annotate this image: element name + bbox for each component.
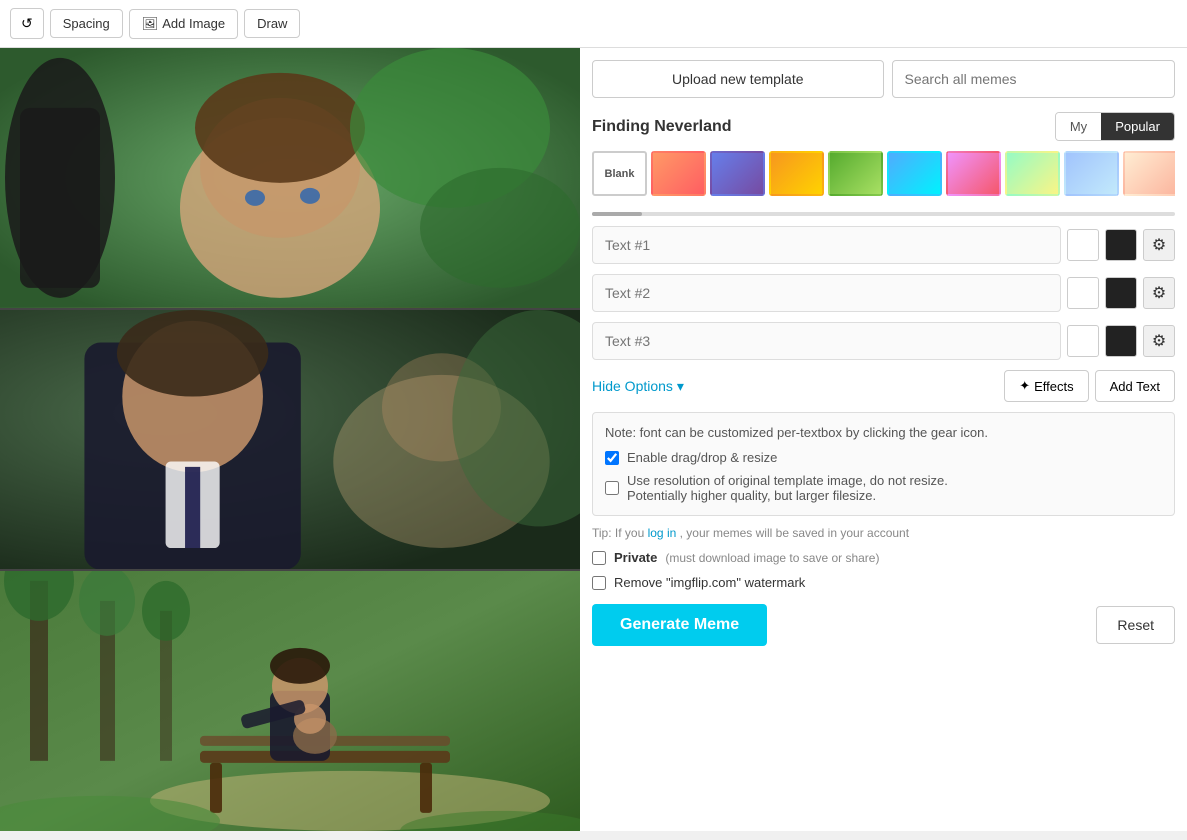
text-3-color-white[interactable] <box>1067 325 1099 357</box>
watermark-label: Remove "imgflip.com" watermark <box>614 575 805 590</box>
add-image-icon: 🖼 <box>142 16 159 32</box>
watermark-row: Remove "imgflip.com" watermark <box>592 575 1175 590</box>
private-row: Private (must download image to save or … <box>592 550 1175 565</box>
meme-panel-1 <box>0 48 580 310</box>
rotate-button[interactable]: ↺ <box>10 8 44 39</box>
options-effects-row: Hide Options ▾ ✦ Effects Add Text <box>592 370 1175 402</box>
template-title: Finding Neverland <box>592 118 732 136</box>
text-2-row: ⚙ <box>592 274 1175 312</box>
use-resolution-checkbox[interactable] <box>605 481 619 495</box>
upload-search-row: Upload new template <box>592 60 1175 98</box>
text-1-color-white[interactable] <box>1067 229 1099 261</box>
add-image-button[interactable]: 🖼 Add Image <box>129 9 238 39</box>
text-2-gear-button[interactable]: ⚙ <box>1143 277 1175 309</box>
effects-label: Effects <box>1034 379 1074 394</box>
scroll-track <box>592 212 642 216</box>
text-3-row: ⚙ <box>592 322 1175 360</box>
text-3-input[interactable] <box>592 322 1061 360</box>
enable-drag-row: Enable drag/drop & resize <box>605 450 1162 465</box>
reset-button[interactable]: Reset <box>1096 606 1175 644</box>
tip-text: Tip: If you log in , your memes will be … <box>592 526 1175 540</box>
toolbar: ↺ Spacing 🖼 Add Image Draw <box>0 0 1187 48</box>
thumb-1[interactable] <box>651 151 706 196</box>
draw-button[interactable]: Draw <box>244 9 300 38</box>
thumb-4[interactable] <box>828 151 883 196</box>
text-2-input[interactable] <box>592 274 1061 312</box>
search-input[interactable] <box>892 60 1176 98</box>
text-1-row: ⚙ <box>592 226 1175 264</box>
enable-drag-label: Enable drag/drop & resize <box>627 450 777 465</box>
options-note: Note: font can be customized per-textbox… <box>605 425 1162 440</box>
generate-reset-row: Generate Meme Reset <box>592 604 1175 646</box>
thumb-2[interactable] <box>710 151 765 196</box>
text-1-input[interactable] <box>592 226 1061 264</box>
template-thumbnails: Blank <box>592 151 1175 200</box>
effects-icon: ✦ <box>1019 378 1030 394</box>
main-layout: Upload new template Finding Neverland My… <box>0 48 1187 831</box>
enable-drag-checkbox[interactable] <box>605 451 619 465</box>
effects-button[interactable]: ✦ Effects <box>1004 370 1088 402</box>
thumb-8[interactable] <box>1064 151 1119 196</box>
add-text-button[interactable]: Add Text <box>1095 370 1175 402</box>
text-1-color-black[interactable] <box>1105 229 1137 261</box>
meme-panel-2 <box>0 310 580 572</box>
thumb-blank[interactable]: Blank <box>592 151 647 196</box>
use-resolution-row: Use resolution of original template imag… <box>605 473 1162 503</box>
thumb-6[interactable] <box>946 151 1001 196</box>
tab-my[interactable]: My <box>1056 113 1101 140</box>
spacing-button[interactable]: Spacing <box>50 9 123 38</box>
private-sub: (must download image to save or share) <box>665 551 879 565</box>
thumb-9[interactable] <box>1123 151 1175 196</box>
log-in-link[interactable]: log in <box>648 526 677 540</box>
use-resolution-label: Use resolution of original template imag… <box>627 473 948 503</box>
text-2-color-black[interactable] <box>1105 277 1137 309</box>
effects-add-row: ✦ Effects Add Text <box>1004 370 1175 402</box>
options-box: Note: font can be customized per-textbox… <box>592 412 1175 516</box>
right-panel: Upload new template Finding Neverland My… <box>580 48 1187 831</box>
add-image-label: Add Image <box>162 16 225 31</box>
meme-panel-3 <box>0 571 580 831</box>
text-1-gear-button[interactable]: ⚙ <box>1143 229 1175 261</box>
private-checkbox[interactable] <box>592 551 606 565</box>
hide-options-label: Hide Options ▾ <box>592 378 684 395</box>
text-3-color-black[interactable] <box>1105 325 1137 357</box>
thumb-7[interactable] <box>1005 151 1060 196</box>
upload-template-button[interactable]: Upload new template <box>592 60 884 98</box>
hide-options-button[interactable]: Hide Options ▾ <box>592 378 684 395</box>
meme-panels <box>0 48 580 831</box>
text-3-gear-button[interactable]: ⚙ <box>1143 325 1175 357</box>
thumb-3[interactable] <box>769 151 824 196</box>
thumb-5[interactable] <box>887 151 942 196</box>
watermark-checkbox[interactable] <box>592 576 606 590</box>
scroll-indicator <box>592 212 1175 216</box>
tab-popular[interactable]: Popular <box>1101 113 1174 140</box>
text-2-color-white[interactable] <box>1067 277 1099 309</box>
generate-meme-button[interactable]: Generate Meme <box>592 604 767 646</box>
my-popular-tabs: My Popular <box>1055 112 1175 141</box>
private-label: Private <box>614 550 657 565</box>
template-header: Finding Neverland My Popular <box>592 112 1175 141</box>
spacing-label: Spacing <box>63 16 110 31</box>
draw-label: Draw <box>257 16 287 31</box>
meme-canvas <box>0 48 580 831</box>
